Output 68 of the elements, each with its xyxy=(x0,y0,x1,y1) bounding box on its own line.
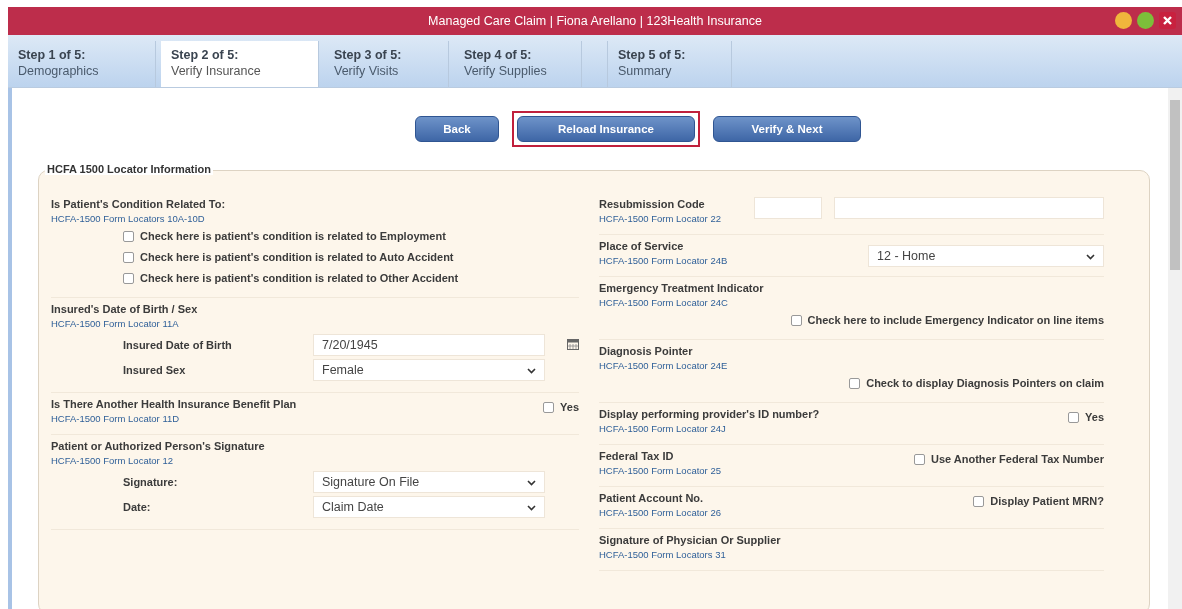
select-field[interactable]: Female xyxy=(313,359,545,381)
form-locator: HCFA-1500 Form Locator 26 xyxy=(599,506,721,520)
form-locator: HCFA-1500 Form Locator 24C xyxy=(599,296,729,310)
step-tab[interactable]: Step 3 of 5: Verify Visits xyxy=(324,41,449,87)
checkbox[interactable] xyxy=(914,454,925,465)
field-label: Insured Sex xyxy=(123,364,187,376)
form-locator: HCFA-1500 Form Locator 11A xyxy=(51,317,180,331)
checkbox-label: Yes xyxy=(560,401,579,413)
field-label: Insured's Date of Birth / Sex xyxy=(51,302,198,317)
checkbox-label: Yes xyxy=(1085,411,1104,423)
form-locator: HCFA-1500 Form Locator 24B xyxy=(599,254,728,268)
checkbox-label: Check here is patient's condition is related to Auto Accident xyxy=(140,250,454,265)
select-field[interactable]: 12 - Home xyxy=(868,245,1104,267)
field-label: Federal Tax ID xyxy=(599,449,675,464)
field-label: Diagnosis Pointer xyxy=(599,344,694,359)
field-label: Is Patient's Condition Related To: xyxy=(51,197,226,212)
checkbox-label: Check here is patient's condition is related to Employment xyxy=(140,229,446,244)
text-field[interactable] xyxy=(754,197,822,219)
step-tab[interactable]: Step 5 of 5: Summary xyxy=(607,41,732,87)
action-button[interactable]: Back xyxy=(415,116,499,142)
checkbox-label: Check here is patient's condition is related to Other Accident xyxy=(140,271,459,286)
window-title: Managed Care Claim | Fiona Arellano | 123Health Insurance xyxy=(428,14,762,28)
form-locator: HCFA-1500 Form Locators 10A-10D xyxy=(51,212,206,226)
form-locator: HCFA-1500 Form Locator 25 xyxy=(599,464,721,478)
checkbox-label: Display Patient MRN? xyxy=(990,495,1104,507)
checkbox[interactable] xyxy=(123,252,134,263)
checkbox[interactable] xyxy=(543,402,555,413)
form-locator: HCFA-1500 Form Locator 22 xyxy=(599,212,721,226)
minimize-button[interactable] xyxy=(1115,12,1132,29)
checkbox[interactable] xyxy=(123,231,134,242)
checkbox[interactable] xyxy=(123,273,134,284)
scroll-thumb[interactable] xyxy=(1170,100,1180,270)
select-field[interactable]: Signature On File xyxy=(313,471,545,493)
field-label: Patient Account No. xyxy=(599,491,705,506)
checkbox[interactable] xyxy=(1068,412,1080,423)
checkbox[interactable] xyxy=(790,315,802,326)
field-label: Is There Another Health Insurance Benefit Plan xyxy=(51,397,297,412)
form-locator: HCFA-1500 Form Locators 31 xyxy=(599,548,727,562)
action-button[interactable]: Verify & Next xyxy=(713,116,861,142)
field-label: Emergency Treatment Indicator xyxy=(599,281,764,296)
step-tab[interactable]: Step 2 of 5: Verify Insurance xyxy=(161,41,319,87)
field-label: Place of Service xyxy=(599,239,685,254)
checkbox-label: Check to display Diagnosis Pointers on claim xyxy=(866,376,1104,391)
maximize-button[interactable] xyxy=(1137,12,1154,29)
step-tab[interactable]: Step 1 of 5: Demographics xyxy=(8,41,156,87)
checkbox[interactable] xyxy=(973,496,985,507)
field-label: Insured Date of Birth xyxy=(123,339,233,351)
field-label: Resubmission Code xyxy=(599,197,706,212)
form-locator: HCFA-1500 Form Locator 24J xyxy=(599,422,727,436)
form-locator: HCFA-1500 Form Locator 11D xyxy=(51,412,181,426)
field-label: Date: xyxy=(123,501,152,513)
field-label: Patient or Authorized Person's Signature xyxy=(51,439,265,454)
scrollbar[interactable] xyxy=(1168,88,1182,609)
select-field[interactable]: Claim Date xyxy=(313,496,545,518)
field-label: Signature of Physician Or Supplier xyxy=(599,533,781,548)
close-button[interactable] xyxy=(1159,12,1176,29)
form-locator: HCFA-1500 Form Locator 12 xyxy=(51,454,174,468)
date-field[interactable]: 7/20/1945 xyxy=(313,334,545,356)
checkbox-label: Use Another Federal Tax Number xyxy=(931,453,1104,465)
panel-legend: HCFA 1500 Locator Information xyxy=(45,163,213,175)
step-tab[interactable]: Step 4 of 5: Verify Supplies xyxy=(454,41,582,87)
checkbox[interactable] xyxy=(849,378,861,389)
action-button[interactable]: Reload Insurance xyxy=(517,116,695,142)
field-label: Signature: xyxy=(123,476,179,488)
checkbox-label: Check here to include Emergency Indicator on line items xyxy=(807,313,1104,328)
form-locator: HCFA-1500 Form Locator 24E xyxy=(599,359,728,373)
field-label: Display performing provider's ID number? xyxy=(599,407,820,422)
text-field[interactable] xyxy=(834,197,1104,219)
